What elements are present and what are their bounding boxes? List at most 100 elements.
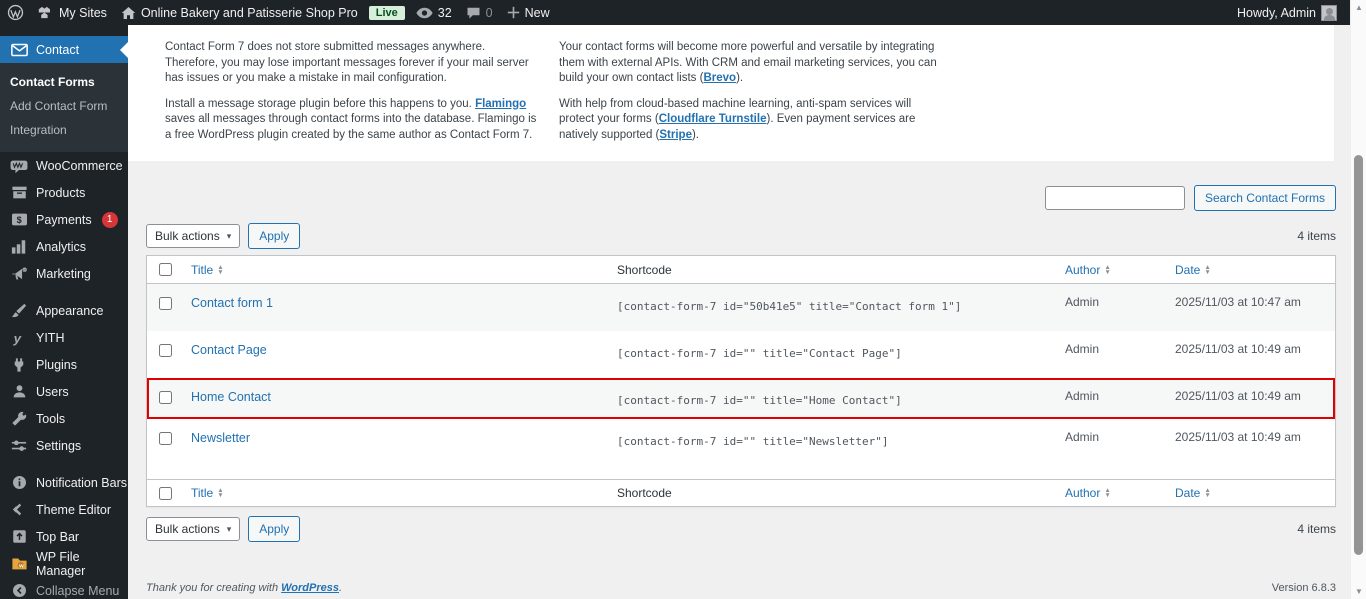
scroll-up-icon[interactable]: ▲ <box>1351 3 1366 12</box>
sidebar-item-plugins[interactable]: Plugins <box>0 351 128 378</box>
sidebar-item-products[interactable]: Products <box>0 179 128 206</box>
sidebar-item-label: WooCommerce <box>36 158 123 173</box>
collapse-arrow-icon <box>10 582 28 599</box>
sidebar-item-payments[interactable]: $ Payments 1 <box>0 206 128 233</box>
collapse-menu-button[interactable]: Collapse Menu <box>0 577 128 599</box>
sidebar-item-marketing[interactable]: 0 Marketing <box>0 260 128 287</box>
bulk-actions-select[interactable]: Bulk actions ▾ <box>146 517 241 541</box>
sidebar-item-contact[interactable]: Contact <box>0 36 128 63</box>
row-checkbox[interactable] <box>158 344 172 357</box>
bulk-actions-row-top: Bulk actions ▾ Apply 4 items <box>146 222 1336 250</box>
sidebar-item-label: YITH <box>36 330 65 345</box>
sort-by-author[interactable]: Author ▲ ▼ <box>1065 263 1111 277</box>
sidebar-item-wp-file-manager[interactable]: w WP File Manager <box>0 550 128 578</box>
form-shortcode[interactable]: [contact-form-7 id="" title="Home Contac… <box>609 378 1057 419</box>
sidebar-item-woocommerce[interactable]: WooCommerce <box>0 152 128 179</box>
admin-bar: My Sites Online Bakery and Patisserie Sh… <box>0 0 1350 25</box>
scroll-down-icon[interactable]: ▼ <box>1351 587 1366 596</box>
cloudflare-turnstile-link[interactable]: Cloudflare Turnstile <box>659 113 767 125</box>
search-input[interactable] <box>1044 186 1185 210</box>
live-badge: Live <box>368 5 405 20</box>
svg-text:$: $ <box>16 215 21 225</box>
row-checkbox[interactable] <box>158 391 172 404</box>
folder-icon: w <box>10 555 28 573</box>
howdy-label: Howdy, Admin <box>1237 5 1316 20</box>
form-title-link[interactable]: Contact form 1 <box>191 296 273 310</box>
sidebar-item-tools[interactable]: Tools <box>0 405 128 432</box>
sort-by-title[interactable]: Title ▲ ▼ <box>191 486 224 500</box>
bulk-actions-select[interactable]: Bulk actions ▾ <box>146 224 241 248</box>
theme-editor-icon <box>10 501 28 519</box>
column-header-shortcode: Shortcode <box>617 262 672 277</box>
views-count: 32 <box>437 5 452 20</box>
submenu-item-integration[interactable]: Integration <box>0 118 128 142</box>
column-header-date: Date <box>1175 262 1201 277</box>
sort-by-date[interactable]: Date ▲ ▼ <box>1175 263 1211 277</box>
form-shortcode[interactable]: [contact-form-7 id="" title="Newsletter"… <box>609 419 1057 479</box>
form-title-link[interactable]: Contact Page <box>191 343 267 357</box>
form-date: 2025/11/03 at 10:49 am <box>1175 342 1301 356</box>
sidebar-item-label: Notification Bars <box>36 475 128 490</box>
comment-icon <box>466 6 481 20</box>
table-row-highlighted: Home Contact [contact-form-7 id="" title… <box>147 378 1335 419</box>
search-contact-forms-button[interactable]: Search Contact Forms <box>1193 185 1336 211</box>
sort-by-author[interactable]: Author ▲ ▼ <box>1065 486 1111 500</box>
info-paragraph: Install a message storage plugin before … <box>165 97 537 144</box>
form-title-link[interactable]: Newsletter <box>191 431 250 445</box>
sort-icon: ▲ ▼ <box>1204 263 1211 276</box>
info-column-right: Your contact forms will become more powe… <box>559 40 941 161</box>
form-date: 2025/11/03 at 10:47 am <box>1175 295 1301 309</box>
sidebar-item-label: Payments <box>36 212 92 227</box>
items-count: 4 items <box>1297 229 1336 243</box>
new-label: New <box>524 5 550 20</box>
scrollbar-thumb[interactable] <box>1354 155 1363 555</box>
bulk-actions-label: Bulk actions <box>155 229 220 243</box>
info-paragraph: Your contact forms will become more powe… <box>559 40 941 87</box>
select-all-checkbox[interactable] <box>158 263 172 276</box>
new-menu[interactable]: New <box>500 0 557 25</box>
my-sites-menu[interactable]: My Sites <box>31 0 114 25</box>
sidebar-item-label: Analytics <box>36 239 87 254</box>
account-menu[interactable]: Howdy, Admin <box>1230 4 1344 21</box>
items-count: 4 items <box>1297 522 1336 536</box>
sidebar-item-notification-bars[interactable]: Notification Bars <box>0 469 128 496</box>
eye-icon <box>416 7 433 19</box>
sort-by-title[interactable]: Title ▲ ▼ <box>191 263 224 277</box>
sort-icon: ▲ ▼ <box>217 263 224 276</box>
wordpress-link[interactable]: WordPress <box>281 582 339 594</box>
sidebar-item-users[interactable]: Users <box>0 378 128 405</box>
wordpress-logo[interactable] <box>0 0 31 25</box>
form-author: Admin <box>1065 295 1100 309</box>
vertical-scrollbar[interactable]: ▲ ▼ <box>1350 0 1366 599</box>
views-indicator[interactable]: 32 <box>409 0 459 25</box>
comments-indicator[interactable]: 0 <box>459 0 500 25</box>
footer-text: Thank you for creating with <box>146 582 282 594</box>
submenu-item-add-contact-form[interactable]: Add Contact Form <box>0 94 128 118</box>
sidebar-item-appearance[interactable]: Appearance <box>0 297 128 324</box>
form-shortcode[interactable]: [contact-form-7 id="" title="Contact Pag… <box>609 331 1057 378</box>
flamingo-link[interactable]: Flamingo <box>475 98 526 110</box>
menu-separator <box>0 287 128 297</box>
apply-button[interactable]: Apply <box>248 516 301 542</box>
sidebar-item-top-bar[interactable]: Top Bar <box>0 523 128 550</box>
sidebar-item-analytics[interactable]: Analytics <box>0 233 128 260</box>
form-shortcode[interactable]: [contact-form-7 id="50b41e5" title="Cont… <box>609 284 1057 331</box>
sort-by-date[interactable]: Date ▲ ▼ <box>1175 486 1211 500</box>
row-checkbox[interactable] <box>158 432 172 445</box>
form-title-link[interactable]: Home Contact <box>191 390 271 404</box>
sidebar-item-theme-editor[interactable]: Theme Editor <box>0 496 128 523</box>
submenu-item-contact-forms[interactable]: Contact Forms <box>0 70 128 94</box>
site-menu[interactable]: Online Bakery and Patisserie Shop Pro <box>114 0 365 25</box>
sidebar-item-label: Settings <box>36 438 82 453</box>
row-checkbox[interactable] <box>158 297 172 310</box>
sidebar-item-label: Top Bar <box>36 529 80 544</box>
sidebar-item-yith[interactable]: y YITH <box>0 324 128 351</box>
sidebar-item-settings[interactable]: Settings <box>0 432 128 459</box>
brevo-link[interactable]: Brevo <box>703 72 736 84</box>
site-name: Online Bakery and Patisserie Shop Pro <box>140 5 358 20</box>
stripe-link[interactable]: Stripe <box>659 129 692 141</box>
sidebar-item-label: Theme Editor <box>36 502 112 517</box>
sidebar-item-label: Collapse Menu <box>36 583 120 598</box>
apply-button[interactable]: Apply <box>248 223 301 249</box>
select-all-checkbox[interactable] <box>158 486 172 500</box>
